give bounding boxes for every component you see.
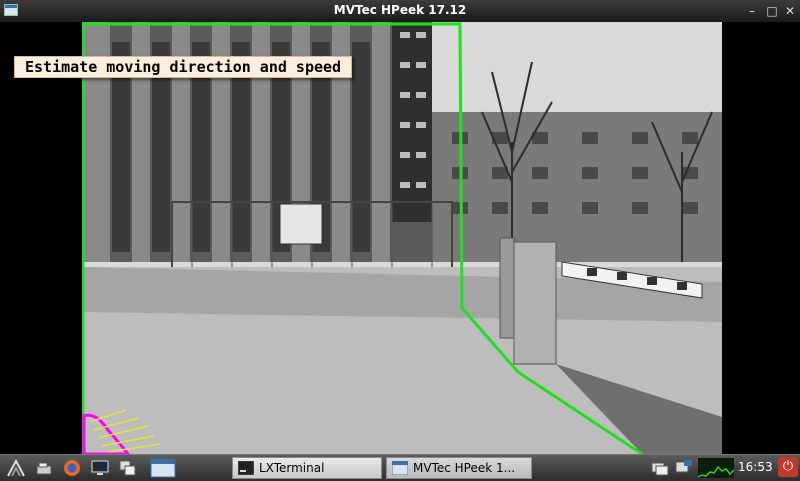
task-label: LXTerminal [259,461,325,475]
file-manager-icon[interactable] [34,458,54,478]
monitor-icon[interactable] [90,458,110,478]
window-title: MVTec HPeek 17.12 [333,3,467,17]
window-titlebar[interactable]: MVTec HPeek 17.12 – □ ✕ [0,0,800,23]
taskbar: LXTerminal MVTec HPeek 1... 16:53 ⏻ [0,454,800,481]
caption-label: Estimate moving direction and speed [14,56,353,78]
task-mvtec-hpeek[interactable]: MVTec HPeek 1... [386,457,532,479]
network-status-icon[interactable] [674,458,694,478]
window-icon [392,461,408,475]
workspaces-icon[interactable] [118,458,138,478]
network-icon[interactable] [650,458,670,478]
image-viewport[interactable]: Estimate moving direction and speed [0,22,800,454]
terminal-icon [238,461,254,475]
show-desktop-icon[interactable] [150,458,176,478]
power-button[interactable]: ⏻ [778,457,798,477]
clock[interactable]: 16:53 [738,460,773,474]
maximize-button[interactable]: □ [764,3,780,19]
task-label: MVTec HPeek 1... [413,461,516,475]
menu-logo-icon[interactable] [6,458,26,478]
minimize-button[interactable]: – [744,3,760,19]
street-scene-graphic [82,22,722,454]
camera-image [82,22,722,454]
task-lxterminal[interactable]: LXTerminal [232,457,382,479]
close-button[interactable]: ✕ [782,3,798,19]
browser-icon[interactable] [62,458,82,478]
cpu-monitor-icon [698,458,734,478]
